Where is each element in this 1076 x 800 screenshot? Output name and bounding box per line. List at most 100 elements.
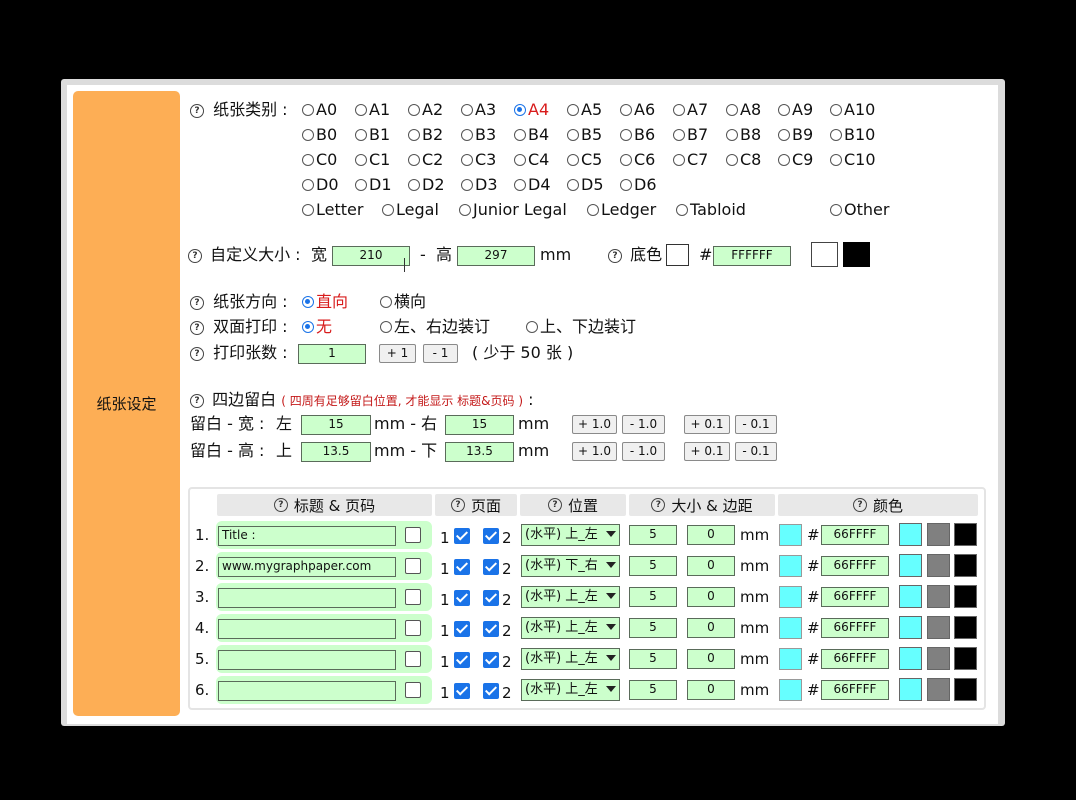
radio-icon[interactable] bbox=[408, 128, 420, 141]
radio-icon[interactable] bbox=[408, 178, 420, 191]
radio-icon[interactable] bbox=[726, 153, 738, 166]
title-text-input[interactable] bbox=[218, 588, 396, 608]
radio-icon[interactable] bbox=[587, 203, 599, 216]
paper-size-radio-b2[interactable]: B2 bbox=[408, 125, 443, 145]
radio-icon[interactable] bbox=[302, 128, 314, 141]
help-icon[interactable]: ? bbox=[190, 295, 204, 310]
page-1-checkbox[interactable] bbox=[454, 652, 470, 668]
radio-icon[interactable] bbox=[778, 103, 790, 116]
color-preset-3[interactable] bbox=[954, 523, 977, 546]
radio-icon[interactable] bbox=[830, 203, 842, 216]
margin-input[interactable]: 0 bbox=[687, 587, 735, 607]
text-color-swatch[interactable] bbox=[779, 524, 802, 546]
size-input[interactable]: 5 bbox=[629, 618, 677, 638]
page-1-checkbox[interactable] bbox=[454, 559, 470, 575]
paper-size-radio-legal[interactable]: Legal bbox=[382, 200, 439, 220]
radio-icon[interactable] bbox=[514, 178, 526, 191]
color-preset-3[interactable] bbox=[954, 678, 977, 701]
color-input[interactable]: 66FFFF bbox=[821, 649, 889, 669]
help-icon[interactable]: ? bbox=[852, 498, 867, 512]
radio-icon[interactable] bbox=[408, 103, 420, 116]
paper-size-radio-a8[interactable]: A8 bbox=[726, 100, 761, 120]
margin-right-input[interactable]: 15 bbox=[445, 415, 514, 435]
page-2-checkbox[interactable] bbox=[483, 652, 499, 668]
position-select[interactable]: (水平) 上_左 bbox=[521, 648, 620, 670]
page-2-checkbox[interactable] bbox=[483, 621, 499, 637]
text-color-swatch[interactable] bbox=[779, 679, 802, 701]
page-2-checkbox[interactable] bbox=[483, 683, 499, 699]
paper-size-radio-c4[interactable]: C4 bbox=[514, 150, 549, 170]
margin-height-plus-01-button[interactable]: + 0.1 bbox=[684, 442, 730, 461]
radio-icon[interactable] bbox=[382, 203, 394, 216]
paper-size-radio-d5[interactable]: D5 bbox=[567, 175, 604, 195]
radio-icon[interactable] bbox=[355, 128, 367, 141]
radio-icon[interactable] bbox=[355, 103, 367, 116]
title-enable-checkbox[interactable] bbox=[405, 589, 421, 605]
paper-size-radio-d3[interactable]: D3 bbox=[461, 175, 498, 195]
text-color-swatch[interactable] bbox=[779, 617, 802, 639]
paper-size-radio-b7[interactable]: B7 bbox=[673, 125, 708, 145]
margin-input[interactable]: 0 bbox=[687, 649, 735, 669]
height-input[interactable]: 297 bbox=[457, 246, 535, 266]
size-input[interactable]: 5 bbox=[629, 587, 677, 607]
title-enable-checkbox[interactable] bbox=[405, 558, 421, 574]
radio-icon[interactable] bbox=[514, 128, 526, 141]
radio-icon[interactable] bbox=[620, 128, 632, 141]
radio-icon[interactable] bbox=[461, 153, 473, 166]
color-preset-2[interactable] bbox=[927, 554, 950, 577]
paper-size-radio-b9[interactable]: B9 bbox=[778, 125, 813, 145]
page-1-checkbox[interactable] bbox=[454, 590, 470, 606]
margin-input[interactable]: 0 bbox=[687, 680, 735, 700]
radio-icon[interactable] bbox=[302, 178, 314, 191]
paper-size-radio-a1[interactable]: A1 bbox=[355, 100, 390, 120]
radio-icon[interactable] bbox=[830, 103, 842, 116]
paper-size-radio-c1[interactable]: C1 bbox=[355, 150, 390, 170]
paper-size-radio-c9[interactable]: C9 bbox=[778, 150, 813, 170]
radio-icon[interactable] bbox=[830, 128, 842, 141]
color-preset-1[interactable] bbox=[899, 678, 922, 701]
radio-icon[interactable] bbox=[676, 203, 688, 216]
paper-size-radio-a9[interactable]: A9 bbox=[778, 100, 813, 120]
color-preset-3[interactable] bbox=[954, 616, 977, 639]
margin-width-minus-01-button[interactable]: - 0.1 bbox=[735, 415, 777, 434]
text-color-swatch[interactable] bbox=[779, 648, 802, 670]
help-icon[interactable]: ? bbox=[450, 498, 465, 512]
paper-size-radio-a6[interactable]: A6 bbox=[620, 100, 655, 120]
title-text-input[interactable] bbox=[218, 650, 396, 670]
duplex-none-radio[interactable]: 无 bbox=[302, 317, 332, 337]
size-input[interactable]: 5 bbox=[629, 680, 677, 700]
paper-size-radio-junior-legal[interactable]: Junior Legal bbox=[459, 200, 567, 220]
radio-icon[interactable] bbox=[459, 203, 471, 216]
color-preset-3[interactable] bbox=[954, 554, 977, 577]
paper-size-radio-d0[interactable]: D0 bbox=[302, 175, 339, 195]
radio-icon[interactable] bbox=[302, 203, 314, 216]
paper-size-radio-b4[interactable]: B4 bbox=[514, 125, 549, 145]
paper-size-radio-b5[interactable]: B5 bbox=[567, 125, 602, 145]
radio-icon[interactable] bbox=[726, 128, 738, 141]
radio-icon[interactable] bbox=[355, 178, 367, 191]
paper-size-radio-c5[interactable]: C5 bbox=[567, 150, 602, 170]
radio-icon[interactable] bbox=[567, 128, 579, 141]
size-input[interactable]: 5 bbox=[629, 525, 677, 545]
radio-icon[interactable] bbox=[567, 153, 579, 166]
color-preset-2[interactable] bbox=[927, 523, 950, 546]
paper-size-radio-d2[interactable]: D2 bbox=[408, 175, 445, 195]
copies-plus-button[interactable]: + 1 bbox=[379, 344, 416, 363]
radio-icon[interactable] bbox=[302, 295, 314, 308]
help-icon[interactable]: ? bbox=[547, 498, 562, 512]
orientation-portrait-radio[interactable]: 直向 bbox=[302, 292, 348, 312]
radio-icon[interactable] bbox=[461, 103, 473, 116]
color-preset-2[interactable] bbox=[927, 585, 950, 608]
radio-icon[interactable] bbox=[620, 103, 632, 116]
paper-size-radio-c8[interactable]: C8 bbox=[726, 150, 761, 170]
color-input[interactable]: 66FFFF bbox=[821, 618, 889, 638]
text-color-swatch[interactable] bbox=[779, 555, 802, 577]
radio-icon[interactable] bbox=[830, 153, 842, 166]
paper-size-radio-a0[interactable]: A0 bbox=[302, 100, 337, 120]
color-preset-2[interactable] bbox=[927, 616, 950, 639]
paper-size-radio-b3[interactable]: B3 bbox=[461, 125, 496, 145]
paper-size-radio-c3[interactable]: C3 bbox=[461, 150, 496, 170]
margin-input[interactable]: 0 bbox=[687, 556, 735, 576]
page-2-checkbox[interactable] bbox=[483, 590, 499, 606]
paper-size-radio-c7[interactable]: C7 bbox=[673, 150, 708, 170]
